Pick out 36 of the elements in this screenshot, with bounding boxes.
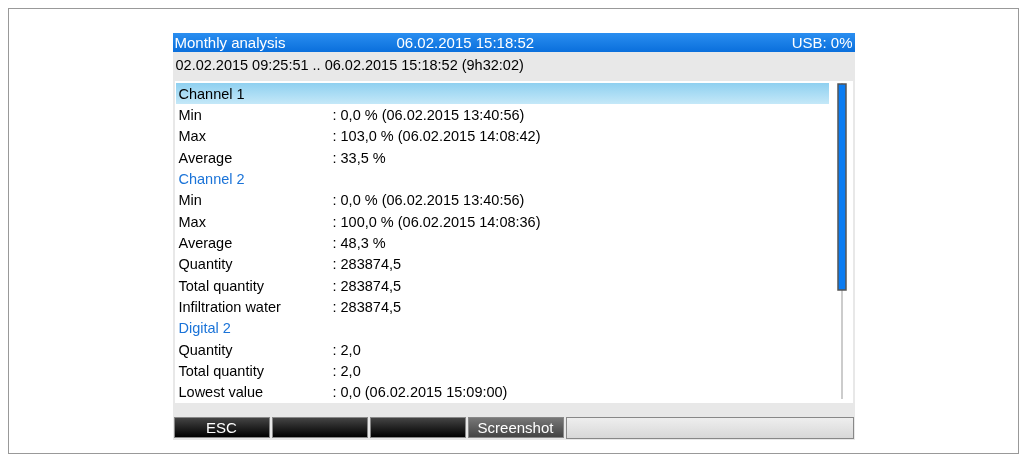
softkey-button[interactable]: Screenshot: [467, 417, 564, 438]
datetime: 06.02.2015 15:18:52: [396, 34, 536, 51]
screen-title: Monthly analysis: [174, 34, 287, 51]
group-heading[interactable]: Channel 1: [175, 83, 829, 105]
value-label: Min: [178, 192, 203, 209]
value-text: : 283874,5: [332, 256, 402, 273]
value-label: Total quantity: [178, 362, 265, 379]
value-text: : 2,0: [332, 341, 361, 358]
usb-status: USB: 0%: [791, 34, 853, 51]
value-text: : 33,5 %: [332, 149, 386, 166]
value-label: Average: [178, 234, 234, 251]
value-text: : 283874,5: [332, 298, 402, 315]
period-text: 02.02.2015 09:25:51 .. 06.02.2015 15:18:52 (9h32:02): [174, 56, 525, 75]
scrollbar[interactable]: [834, 83, 849, 399]
value-label: Max: [178, 128, 207, 145]
softkey-button[interactable]: [271, 417, 368, 438]
value-label: Total quantity: [178, 277, 265, 294]
value-text: : 0,0 % (06.02.2015 13:40:56): [332, 192, 525, 209]
value-text: : 283874,5: [332, 277, 402, 294]
value-text: : 100,0 % (06.02.2015 14:08:36): [332, 213, 541, 230]
value-label: Average: [178, 149, 234, 166]
value-text: : 103,0 % (06.02.2015 14:08:42): [332, 128, 541, 145]
value-label: Max: [178, 213, 207, 230]
softkey-button[interactable]: [369, 417, 466, 438]
value-label: Quantity: [178, 341, 234, 358]
value-label: Min: [178, 107, 203, 123]
group-heading[interactable]: Digital 2: [175, 317, 829, 339]
value-label: Lowest value: [178, 384, 265, 401]
value-text: : 0,0 (06.02.2015 15:09:00): [332, 384, 508, 401]
softkey-button[interactable]: ESC: [173, 417, 270, 438]
value-text: : 2,0: [332, 362, 361, 379]
value-label: Infiltration water: [178, 298, 282, 315]
value-text: : 48,3 %: [332, 234, 386, 251]
value-text: : 0,0 % (06.02.2015 13:40:56): [332, 107, 525, 123]
value-label: Quantity: [178, 256, 234, 273]
group-heading[interactable]: Channel 2: [175, 168, 829, 190]
